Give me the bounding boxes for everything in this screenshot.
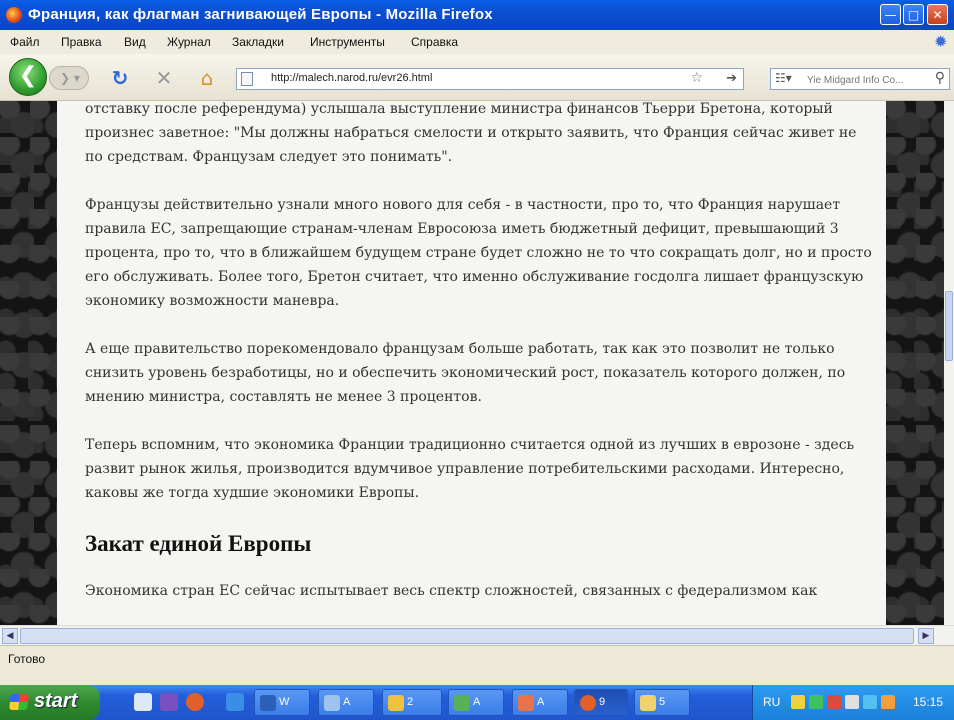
article-paragraph: Экономика стран ЕС сейчас испытывает вес…: [85, 583, 818, 599]
tray-icon[interactable]: [791, 695, 805, 709]
system-tray: RU 15:15: [752, 685, 954, 720]
tray-icon[interactable]: [845, 695, 859, 709]
taskbar-button-label: 2: [407, 696, 414, 708]
windows-logo-icon: [9, 694, 29, 710]
back-button[interactable]: ❮: [9, 58, 47, 96]
scroll-left-arrow-icon[interactable]: ◀: [2, 628, 18, 644]
menu-history[interactable]: Журнал: [167, 35, 211, 49]
search-input[interactable]: [805, 71, 927, 89]
taskbar-button-folder[interactable]: 5: [634, 689, 690, 716]
search-icon[interactable]: ⚲: [935, 70, 945, 86]
start-label: start: [34, 690, 78, 712]
taskbar-button-label: W: [279, 696, 290, 708]
article-paragraph: Французы действительно узнали много ново…: [85, 197, 872, 309]
vertical-scroll-thumb[interactable]: [945, 291, 953, 361]
taskbar-button-label: A: [537, 696, 545, 708]
tray-icon[interactable]: [827, 695, 841, 709]
firefox-icon: [580, 695, 596, 711]
taskbar-button-label: 5: [659, 696, 666, 708]
start-button[interactable]: start: [0, 685, 100, 720]
tray-icon[interactable]: [809, 695, 823, 709]
clock[interactable]: 15:15: [913, 695, 943, 709]
tray-icon[interactable]: [863, 695, 877, 709]
quicklaunch-icon[interactable]: [226, 693, 244, 711]
media-player-icon[interactable]: [160, 693, 178, 711]
article-paragraph: Теперь вспомним, что экономика Франции т…: [85, 437, 855, 501]
menu-bookmarks[interactable]: Закладки: [232, 35, 284, 49]
page-icon: [241, 72, 253, 86]
word-icon: [260, 695, 276, 711]
minimize-button[interactable]: —: [880, 4, 901, 25]
section-heading: Закат единой Европы: [85, 531, 312, 556]
status-text: Готово: [8, 652, 46, 666]
search-box[interactable]: ☷▾ ⚲: [770, 68, 950, 90]
bookmark-star-icon[interactable]: ☆: [690, 70, 703, 86]
article-area: отставку после референдума) услышала выс…: [57, 101, 886, 625]
firefox-icon: [6, 7, 22, 23]
taskbar-button-app[interactable]: A: [448, 689, 504, 716]
home-icon[interactable]: ⌂: [195, 66, 219, 90]
taskbar-button-firefox[interactable]: 9: [574, 689, 628, 716]
forward-button[interactable]: ❯ ▾: [49, 66, 89, 90]
stone-border-right: [886, 101, 944, 625]
app-icon: [324, 695, 340, 711]
article-paragraph: А еще правительство порекомендовало фран…: [85, 341, 846, 405]
navigation-toolbar: ❮ ❯ ▾ ↻ ✕ ⌂ http://malech.narod.ru/evr26…: [0, 54, 954, 101]
taskbar-button-word[interactable]: W: [254, 689, 310, 716]
horizontal-scroll-thumb[interactable]: [20, 628, 914, 644]
taskbar-button-app[interactable]: A: [512, 689, 568, 716]
menu-file[interactable]: Файл: [10, 35, 40, 49]
tray-icon[interactable]: [881, 695, 895, 709]
title-bar: Франция, как флагман загнивающей Европы …: [0, 0, 954, 30]
app-icon: [518, 695, 534, 711]
status-bar: Готово: [0, 645, 954, 672]
app-icon: [454, 695, 470, 711]
menu-tools[interactable]: Инструменты: [310, 35, 385, 49]
horizontal-scrollbar[interactable]: ◀ ▶: [0, 625, 954, 646]
firefox-quicklaunch-icon[interactable]: [186, 693, 204, 711]
stone-border-left: [0, 101, 57, 625]
taskbar-button-app[interactable]: A: [318, 689, 374, 716]
search-engine-icon[interactable]: ☷▾: [775, 71, 792, 85]
menu-bar: Файл Правка Вид Журнал Закладки Инструме…: [0, 30, 954, 55]
menu-help[interactable]: Справка: [411, 35, 458, 49]
language-indicator[interactable]: RU: [763, 695, 780, 709]
window-bottom-border: [0, 671, 954, 685]
taskbar-button-label: A: [473, 696, 481, 708]
go-icon[interactable]: ➔: [726, 71, 737, 86]
taskbar-button-label: 9: [599, 696, 606, 708]
stop-icon[interactable]: ✕: [152, 66, 176, 90]
menu-view[interactable]: Вид: [124, 35, 146, 49]
maximize-button[interactable]: □: [903, 4, 924, 25]
page-viewport: отставку после референдума) услышала выс…: [0, 101, 944, 625]
throbber-icon: ✹: [934, 34, 948, 51]
url-text[interactable]: http://malech.narod.ru/evr26.html: [271, 72, 432, 84]
show-desktop-icon[interactable]: [134, 693, 152, 711]
close-button[interactable]: ✕: [927, 4, 948, 25]
folder-icon: [640, 695, 656, 711]
scroll-right-arrow-icon[interactable]: ▶: [918, 628, 934, 644]
menu-edit[interactable]: Правка: [61, 35, 102, 49]
taskbar-button-group[interactable]: 2: [382, 689, 442, 716]
taskbar: start W A 2 A A 9 5 RU 15:15: [0, 685, 954, 720]
group-icon: [388, 695, 404, 711]
vertical-scrollbar[interactable]: [944, 101, 954, 625]
taskbar-button-label: A: [343, 696, 351, 708]
reload-icon[interactable]: ↻: [108, 66, 132, 90]
article-paragraph: отставку после референдума) услышала выс…: [85, 101, 857, 165]
window-title: Франция, как флагман загнивающей Европы …: [28, 6, 493, 23]
address-bar[interactable]: http://malech.narod.ru/evr26.html ☆ ➔: [236, 68, 744, 90]
